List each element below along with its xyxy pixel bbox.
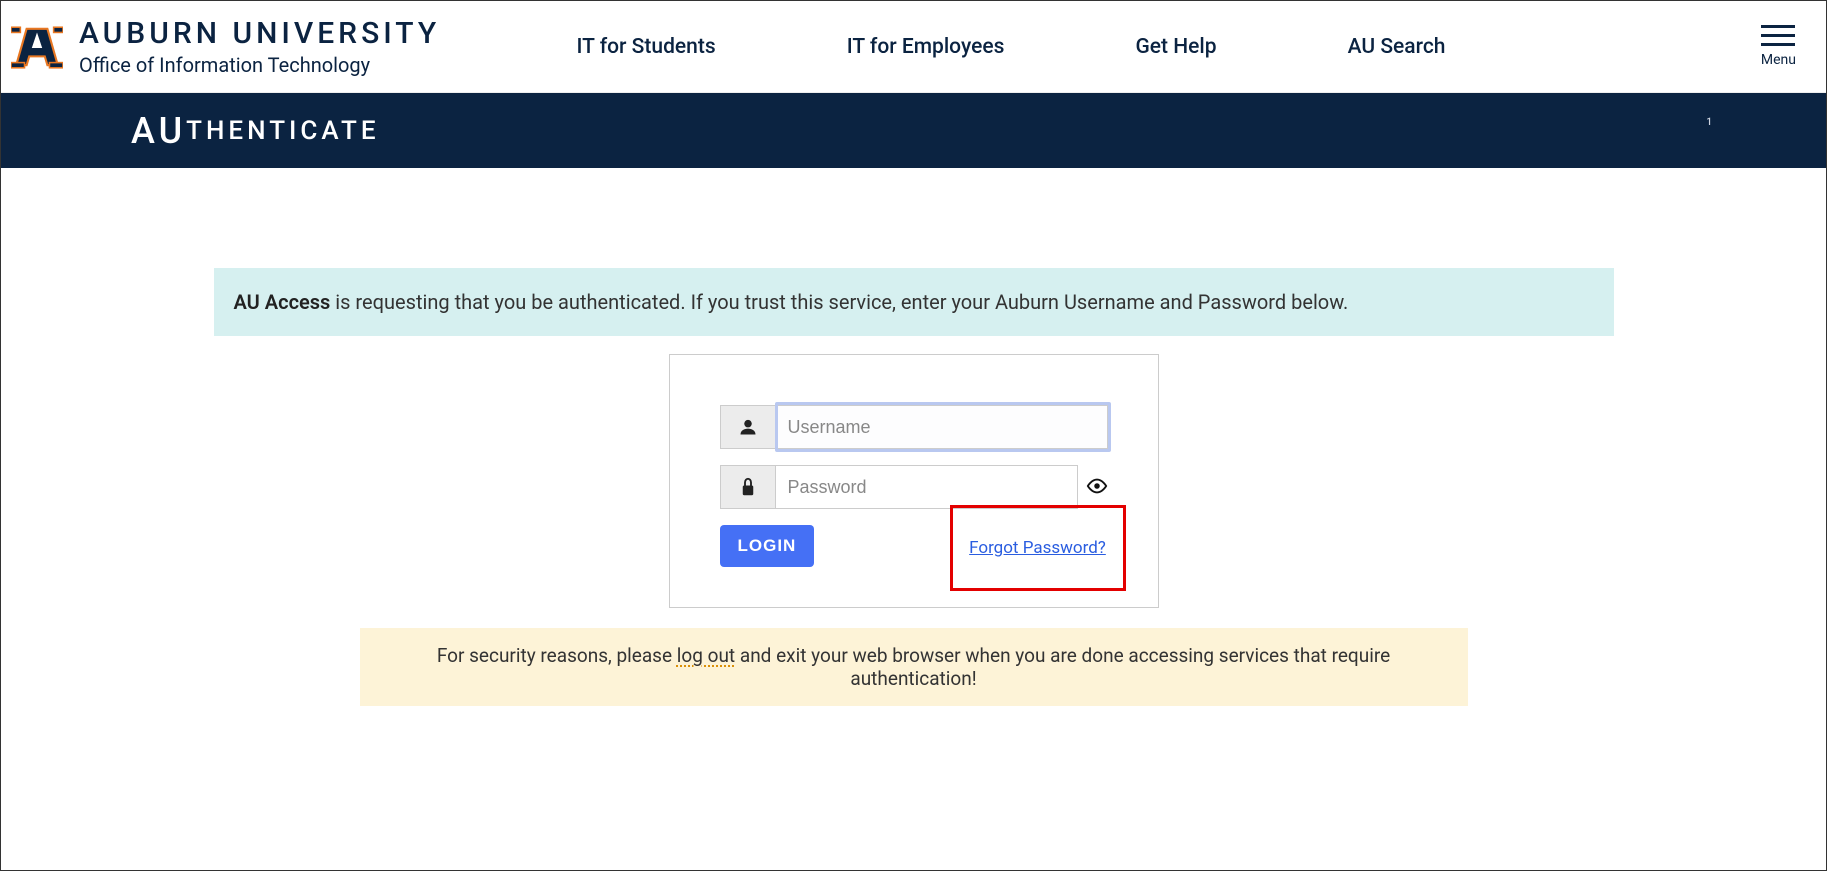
password-input[interactable] [776, 465, 1078, 509]
toggle-password-visibility[interactable] [1086, 475, 1108, 501]
username-row [720, 405, 1108, 449]
warn-post: and exit your web browser when you are d… [735, 644, 1390, 690]
menu-label: Menu [1761, 52, 1796, 68]
banner-rest: THENTICATE [186, 116, 379, 146]
forgot-password-highlight: Forgot Password? [950, 505, 1126, 591]
hamburger-icon [1761, 25, 1795, 46]
banner-tiny-number: 1 [1706, 117, 1716, 128]
warn-logout: log out [677, 644, 735, 667]
login-button[interactable]: LOGIN [720, 525, 815, 567]
nav-get-help[interactable]: Get Help [1135, 35, 1216, 59]
forgot-password-link[interactable]: Forgot Password? [969, 538, 1106, 558]
username-input[interactable] [776, 405, 1108, 449]
menu-button[interactable]: Menu [1761, 25, 1806, 68]
site-header: AUBURN UNIVERSITY Office of Information … [1, 1, 1826, 93]
banner-prefix: AU [131, 110, 186, 152]
title-block: AUBURN UNIVERSITY Office of Information … [79, 16, 440, 77]
auth-info-message: AU Access is requesting that you be auth… [214, 268, 1614, 336]
user-icon [720, 405, 776, 449]
page-banner: AUTHENTICATE 1 [1, 93, 1826, 168]
info-text: is requesting that you be authenticated.… [330, 290, 1348, 314]
eye-icon [1086, 475, 1108, 497]
university-title: AUBURN UNIVERSITY [79, 16, 440, 51]
primary-nav: IT for Students IT for Employees Get Hel… [511, 35, 1511, 59]
lock-icon [720, 465, 776, 509]
warn-pre: For security reasons, please [437, 644, 677, 667]
nav-it-students[interactable]: IT for Students [577, 35, 716, 59]
info-service-name: AU Access [234, 290, 331, 314]
login-card: LOGIN Forgot Password? [669, 354, 1159, 608]
password-row [720, 465, 1078, 509]
nav-au-search[interactable]: AU Search [1348, 35, 1446, 59]
department-subtitle: Office of Information Technology [79, 53, 440, 77]
security-warning: For security reasons, please log out and… [360, 628, 1468, 706]
logo-block[interactable]: AUBURN UNIVERSITY Office of Information … [11, 16, 471, 77]
main-content: AU Access is requesting that you be auth… [1, 168, 1826, 706]
nav-it-employees[interactable]: IT for Employees [847, 35, 1005, 59]
au-logo-icon [11, 21, 63, 73]
